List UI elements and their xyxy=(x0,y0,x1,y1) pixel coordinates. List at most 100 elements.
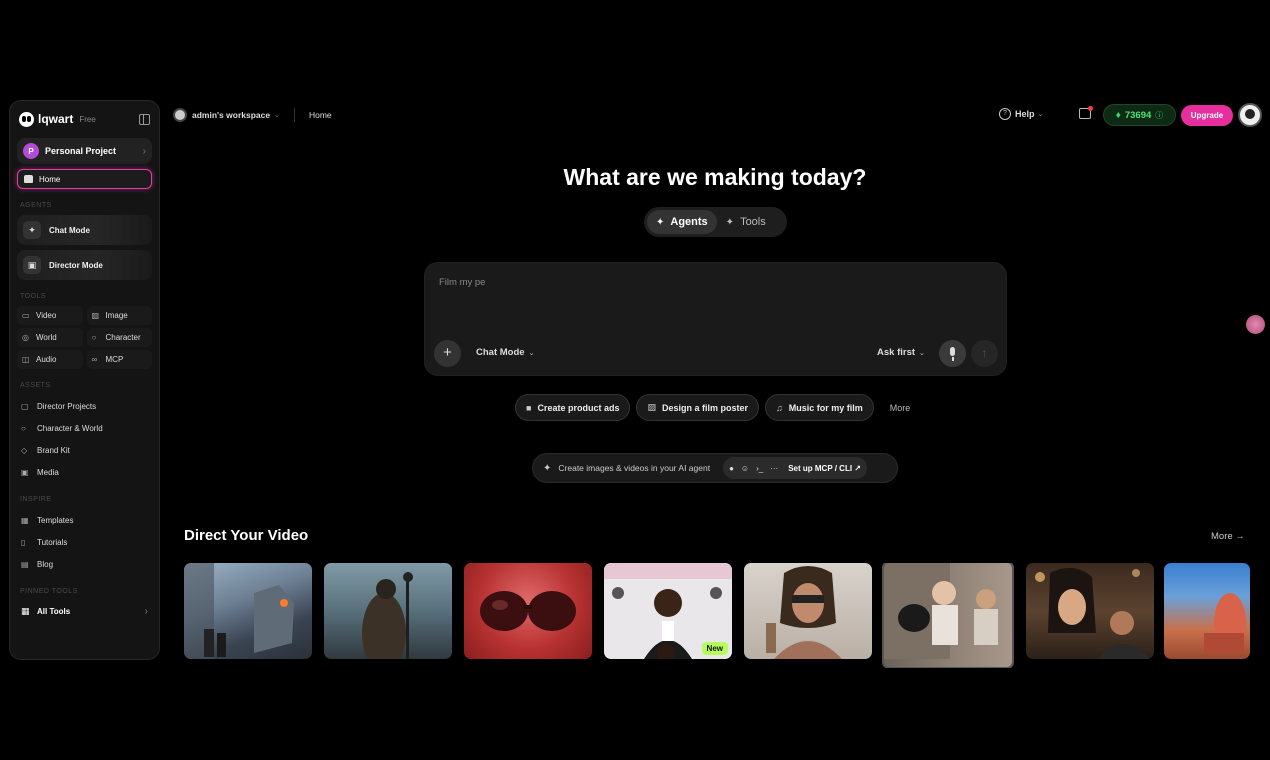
sidebar-item-character-world[interactable]: ○ Character & World xyxy=(17,417,152,439)
media-icon: ▣ xyxy=(21,467,29,477)
tab-label: Agents xyxy=(670,216,708,228)
suggestion-chips: ■ Create product ads ▨ Design a film poste… xyxy=(515,394,910,421)
mcp-banner[interactable]: ✦ Create images & videos in your AI agen… xyxy=(532,453,898,483)
microphone-button[interactable] xyxy=(939,340,966,367)
mode-toggle: ✦ Agents ✦ Tools xyxy=(644,207,787,237)
help-label: Help xyxy=(1015,109,1035,119)
tools-grid: ▭ Video ▨ Image ◎ World ○ Character ◫ Audio ∞… xyxy=(17,306,152,369)
sidebar-item-label: Media xyxy=(37,467,59,477)
send-button[interactable]: ↑ xyxy=(971,340,998,367)
help-menu[interactable]: ? Help ⌄ xyxy=(999,108,1043,120)
chat-agent-icon: ✦ xyxy=(23,221,41,239)
video-card[interactable] xyxy=(184,563,312,659)
section-label-tools: TOOLS xyxy=(20,293,47,300)
sidebar-item-templates[interactable]: ▦ Templates xyxy=(17,509,152,531)
video-card[interactable]: New xyxy=(604,563,732,659)
suggestion-design-film-poster[interactable]: ▨ Design a film poster xyxy=(636,394,760,421)
breadcrumb-home[interactable]: Home xyxy=(309,110,332,120)
chat-mode-selector[interactable]: Chat Mode ⌄ xyxy=(476,347,534,358)
credits-badge[interactable]: ♦ 73694 ⓘ xyxy=(1103,104,1176,126)
avatar[interactable] xyxy=(1238,103,1262,127)
chevron-down-icon[interactable]: ⌄ xyxy=(274,111,280,119)
tool-image[interactable]: ▨ Image xyxy=(86,306,152,325)
sidebar-collapse-icon[interactable] xyxy=(139,113,150,125)
workspace-switcher[interactable]: admin's workspace xyxy=(192,110,270,120)
upgrade-button[interactable]: Upgrade xyxy=(1181,105,1233,126)
video-icon: ■ xyxy=(526,402,532,413)
project-switcher[interactable]: P Personal Project › xyxy=(17,138,152,164)
sidebar-item-label: Brand Kit xyxy=(37,445,70,455)
sidebar-item-label: Templates xyxy=(37,515,74,525)
sidebar-item-home[interactable]: Home xyxy=(17,169,152,189)
template-icon: ▦ xyxy=(21,515,29,525)
sidebar-item-all-tools[interactable]: ▦ All Tools › xyxy=(17,601,152,621)
section-label-agents: AGENTS xyxy=(20,202,52,209)
mcp-text: Create images & videos in your AI agent xyxy=(558,463,711,473)
prompt-input[interactable]: Film my pe xyxy=(439,277,485,288)
character-icon: ○ xyxy=(91,333,97,342)
video-card[interactable] xyxy=(464,563,592,659)
sidebar-item-tutorials[interactable]: ▯ Tutorials xyxy=(17,531,152,553)
chip-label: Create product ads xyxy=(537,402,620,413)
tool-character[interactable]: ○ Character xyxy=(86,328,152,347)
sidebar-item-label: Director Mode xyxy=(49,260,103,270)
card-thumbnail-image xyxy=(884,563,998,659)
sidebar: lqwart Free P Personal Project › Home AG… xyxy=(9,100,160,660)
terminal-icon: ›_ xyxy=(756,463,764,473)
video-card[interactable] xyxy=(1164,563,1250,659)
sidebar-item-label: Tutorials xyxy=(37,537,68,547)
suggestion-music-for-film[interactable]: ♫ Music for my film xyxy=(765,394,874,421)
tool-mcp[interactable]: ∞ MCP xyxy=(86,350,152,369)
video-card[interactable] xyxy=(744,563,872,659)
agent-logo-icon: ● xyxy=(729,463,734,473)
notification-dot xyxy=(1088,106,1093,111)
sidebar-item-director-mode[interactable]: ▣ Director Mode xyxy=(17,250,152,280)
brand-logo-icon xyxy=(19,111,34,127)
page-title: What are we making today? xyxy=(563,164,867,190)
sidebar-item-chat-mode[interactable]: ✦ Chat Mode xyxy=(17,215,152,245)
video-card[interactable] xyxy=(1026,563,1154,659)
suggestion-create-product-ads[interactable]: ■ Create product ads xyxy=(515,394,631,421)
music-icon: ♫ xyxy=(776,402,783,413)
sparkle-icon: ✦ xyxy=(543,462,552,474)
tool-world[interactable]: ◎ World xyxy=(17,328,83,347)
grid-icon: ▦ xyxy=(21,605,30,616)
add-attachment-button[interactable]: + xyxy=(434,340,461,367)
clapper-icon: ▣ xyxy=(23,256,41,274)
tab-tools[interactable]: ✦ Tools xyxy=(717,210,775,234)
book-icon: ▯ xyxy=(21,537,26,547)
info-icon: ⓘ xyxy=(1155,110,1164,120)
setup-mcp-link[interactable]: Set up MCP / CLI ↗ xyxy=(788,464,861,473)
home-icon xyxy=(24,175,33,183)
prompt-box[interactable]: Film my pe + Chat Mode ⌄ Ask first ⌄ ↑ xyxy=(424,262,1007,376)
card-thumbnail-image xyxy=(362,572,413,659)
chevron-down-icon: ⌄ xyxy=(528,350,535,357)
ask-first-selector[interactable]: Ask first ⌄ xyxy=(877,347,925,358)
tool-label: World xyxy=(36,333,57,342)
more-link[interactable]: More → xyxy=(1211,531,1245,542)
tab-agents[interactable]: ✦ Agents xyxy=(647,210,717,234)
mcp-setup-group[interactable]: ● ☺ ›_ ··· Set up MCP / CLI ↗ xyxy=(723,457,867,479)
sidebar-item-brand-kit[interactable]: ◇ Brand Kit xyxy=(17,439,152,461)
sidebar-item-director-projects[interactable]: ▢ Director Projects xyxy=(17,395,152,417)
ask-first-label: Ask first xyxy=(877,347,916,358)
audio-icon: ◫ xyxy=(22,355,30,364)
tool-label: Video xyxy=(36,311,57,320)
sidebar-item-blog[interactable]: ▤ Blog xyxy=(17,553,152,575)
link-icon: ∞ xyxy=(91,355,98,364)
sidebar-item-label: Director Projects xyxy=(37,401,97,411)
assistant-bubble-icon[interactable] xyxy=(1246,315,1265,334)
video-card[interactable] xyxy=(882,563,1014,668)
sidebar-item-media[interactable]: ▣ Media xyxy=(17,461,152,483)
brand: lqwart Free xyxy=(17,109,152,129)
tag-icon: ◇ xyxy=(21,445,28,455)
chat-mode-label: Chat Mode xyxy=(476,347,525,358)
tool-audio[interactable]: ◫ Audio xyxy=(17,350,83,369)
suggestions-more-button[interactable]: More xyxy=(890,403,911,413)
chip-label: Design a film poster xyxy=(661,402,749,413)
video-card[interactable] xyxy=(324,563,452,659)
card-thumbnail-image xyxy=(1035,567,1150,659)
plan-badge: Free xyxy=(79,114,96,124)
project-avatar: P xyxy=(23,143,39,159)
tool-video[interactable]: ▭ Video xyxy=(17,306,83,325)
